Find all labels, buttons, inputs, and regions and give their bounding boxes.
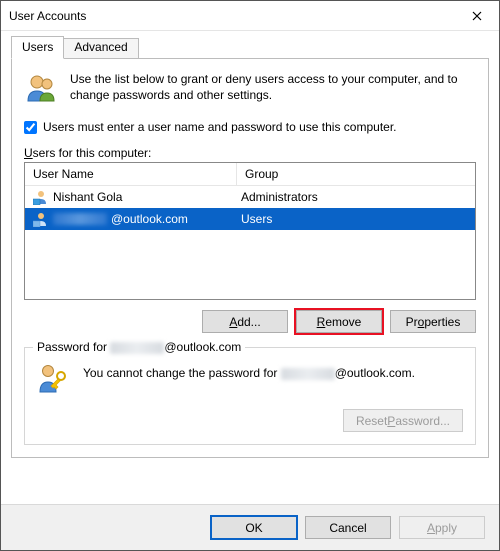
cancel-button[interactable]: Cancel (305, 516, 391, 539)
table-row[interactable]: @outlook.com Users (25, 208, 475, 230)
close-button[interactable] (455, 1, 499, 30)
intro-text: Use the list below to grant or deny user… (70, 71, 476, 103)
title-bar: User Accounts (1, 1, 499, 31)
users-list-label: Users for this computer: (24, 146, 476, 160)
column-header-group[interactable]: Group (237, 163, 475, 185)
intro-row: Use the list below to grant or deny user… (24, 71, 476, 108)
tab-users[interactable]: Users (11, 36, 64, 59)
add-button[interactable]: Add... (202, 310, 288, 333)
properties-button[interactable]: Properties (390, 310, 476, 333)
require-password-checkbox[interactable] (24, 121, 37, 134)
key-icon (37, 362, 73, 399)
password-section-legend: Password for @outlook.com (33, 340, 245, 354)
close-icon (472, 11, 482, 21)
users-icon (24, 71, 60, 108)
redacted-text (53, 213, 107, 225)
users-list-header: User Name Group (25, 163, 475, 186)
ok-button[interactable]: OK (211, 516, 297, 539)
window-title: User Accounts (9, 9, 455, 23)
apply-button: Apply (399, 516, 485, 539)
user-icon (33, 211, 49, 227)
user-group-cell: Users (237, 211, 471, 227)
users-list[interactable]: User Name Group Nishant Gola Administrat… (24, 162, 476, 300)
password-section: Password for @outlook.com You cannot cha… (24, 347, 476, 445)
require-password-row: Users must enter a user name and passwor… (24, 120, 476, 134)
password-text: You cannot change the password for @outl… (83, 362, 415, 380)
dialog-button-bar: OK Cancel Apply (1, 504, 499, 550)
remove-button[interactable]: Remove (296, 310, 382, 333)
user-group-cell: Administrators (237, 189, 471, 205)
redacted-text (110, 342, 164, 354)
table-row[interactable]: Nishant Gola Administrators (25, 186, 475, 208)
user-name-cell: @outlook.com (111, 212, 188, 226)
column-header-name[interactable]: User Name (25, 163, 237, 185)
user-icon (33, 189, 49, 205)
tab-panel-users: Use the list below to grant or deny user… (11, 59, 489, 458)
reset-password-button: Reset Password... (343, 409, 463, 432)
tab-advanced[interactable]: Advanced (63, 38, 138, 59)
require-password-label: Users must enter a user name and passwor… (43, 120, 397, 134)
user-name-cell: Nishant Gola (53, 190, 122, 204)
tab-strip: Users Advanced (1, 35, 499, 59)
user-buttons-row: Add... Remove Properties (24, 310, 476, 333)
redacted-text (281, 368, 335, 380)
